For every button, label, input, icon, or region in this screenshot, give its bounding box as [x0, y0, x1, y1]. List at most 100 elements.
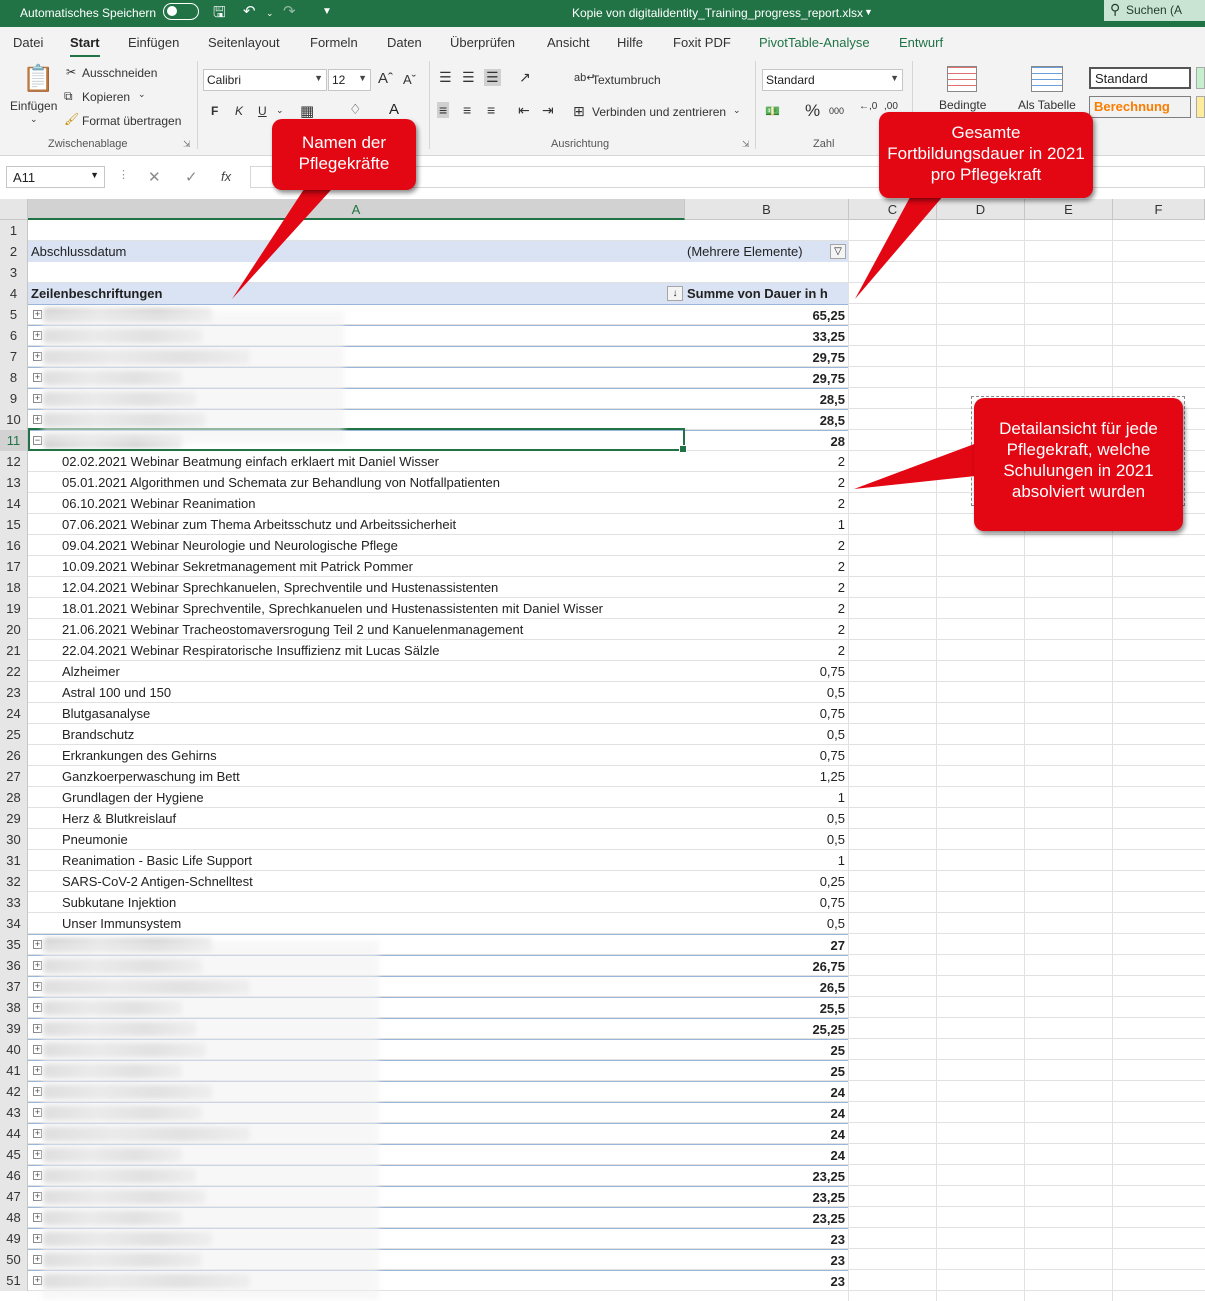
cancel-icon[interactable]: ✕	[148, 168, 161, 186]
cell-b[interactable]: 0,5	[684, 913, 848, 934]
row-header[interactable]: 25	[0, 724, 28, 745]
conditional-format-button[interactable]: Bedingte	[939, 98, 986, 112]
merge-icon[interactable]: ⊞	[573, 103, 585, 120]
row-header[interactable]: 21	[0, 640, 28, 661]
cell-a[interactable]: Grundlagen der Hygiene	[28, 787, 684, 808]
expand-icon[interactable]: +	[33, 1066, 42, 1075]
cell-b[interactable]: 24	[684, 1081, 848, 1102]
row-header[interactable]: 5	[0, 304, 28, 325]
style-good-swatch[interactable]	[1196, 67, 1205, 89]
orientation-icon[interactable]: ↗	[519, 69, 531, 86]
row-header[interactable]: 18	[0, 577, 28, 598]
cut-button[interactable]: Ausschneiden	[82, 66, 157, 80]
underline-dropdown-icon[interactable]: ⌄	[276, 105, 284, 116]
expand-icon[interactable]: +	[33, 1108, 42, 1117]
font-size-combo[interactable]: 12 ▼	[328, 69, 371, 91]
cell-b[interactable]: 28,5	[684, 388, 848, 409]
cell-b[interactable]: 24	[684, 1123, 848, 1144]
tab-pivottable-analyse[interactable]: PivotTable-Analyse	[759, 35, 870, 50]
row-header[interactable]: 35	[0, 934, 28, 955]
expand-icon[interactable]: +	[33, 1045, 42, 1054]
column-header-b[interactable]: B	[685, 199, 849, 220]
cell-a[interactable]: Herz & Blutkreislauf	[28, 808, 684, 829]
number-format-combo[interactable]: Standard ▼	[762, 69, 903, 91]
row-header[interactable]: 43	[0, 1102, 28, 1123]
expand-icon[interactable]: +	[33, 982, 42, 991]
style-standard[interactable]: Standard	[1089, 67, 1191, 89]
row-header[interactable]: 38	[0, 997, 28, 1018]
cell-b[interactable]: 0,5	[684, 808, 848, 829]
row-header[interactable]: 19	[0, 598, 28, 619]
format-painter-icon[interactable]: 🖌	[64, 112, 79, 126]
cell-b[interactable]: 25,25	[684, 1018, 848, 1039]
tab-entwurf[interactable]: Entwurf	[899, 35, 943, 50]
merge-dropdown-icon[interactable]: ⌄	[733, 105, 741, 116]
row-header[interactable]: 11	[0, 430, 28, 451]
cell-a[interactable]: 05.01.2021 Algorithmen und Schemata zur …	[28, 472, 684, 493]
cell-b[interactable]: 26,5	[684, 976, 848, 997]
cell-a[interactable]: 10.09.2021 Webinar Sekretmanagement mit …	[28, 556, 684, 577]
cell-b[interactable]: 0,75	[684, 892, 848, 913]
row-header[interactable]: 46	[0, 1165, 28, 1186]
row-header[interactable]: 16	[0, 535, 28, 556]
cell-b[interactable]: 0,25	[684, 871, 848, 892]
font-grow-icon[interactable]: Aˆ	[378, 70, 393, 87]
cell-b[interactable]: 2	[684, 451, 848, 472]
title-dropdown-icon[interactable]: ▼	[864, 7, 873, 17]
cell-a[interactable]: Pneumonie	[28, 829, 684, 850]
row-header[interactable]: 33	[0, 892, 28, 913]
cell-a[interactable]: Zeilenbeschriftungen	[28, 283, 684, 304]
worksheet-grid[interactable]: A B C D E F 1 2 Abschlussdatum (Mehrere Ele…	[0, 199, 1205, 1301]
tab-ueberpruefen[interactable]: Überprüfen	[450, 35, 515, 50]
cell-b[interactable]: 0,75	[684, 661, 848, 682]
cell-b[interactable]: 2	[684, 619, 848, 640]
row-header[interactable]: 39	[0, 1018, 28, 1039]
cell-b[interactable]	[684, 262, 848, 283]
row-header[interactable]: 7	[0, 346, 28, 367]
cell-b[interactable]: Summe von Dauer in h	[684, 283, 848, 304]
align-bottom-icon[interactable]: ☰	[484, 69, 501, 86]
cell-a[interactable]: 22.04.2021 Webinar Respiratorische Insuf…	[28, 640, 684, 661]
cell-a[interactable]: 02.02.2021 Webinar Beatmung einfach erkl…	[28, 451, 684, 472]
cell-b[interactable]: 23,25	[684, 1207, 848, 1228]
row-header[interactable]: 14	[0, 493, 28, 514]
row-header[interactable]: 24	[0, 703, 28, 724]
expand-icon[interactable]: +	[33, 940, 42, 949]
tab-daten[interactable]: Daten	[387, 35, 422, 50]
paste-dropdown-icon[interactable]: ⌄	[30, 114, 38, 125]
row-header[interactable]: 49	[0, 1228, 28, 1249]
cell-a[interactable]	[28, 220, 684, 241]
align-left-icon[interactable]: ≡	[437, 102, 450, 118]
thousands-icon[interactable]: 000	[829, 106, 844, 116]
row-header[interactable]: 47	[0, 1186, 28, 1207]
expand-icon[interactable]: +	[33, 1150, 42, 1159]
row-header[interactable]: 41	[0, 1060, 28, 1081]
name-box[interactable]: A11 ▼	[6, 166, 105, 188]
tab-hilfe[interactable]: Hilfe	[617, 35, 643, 50]
cell-a[interactable]: Ganzkoerperwaschung im Bett	[28, 766, 684, 787]
cell-b[interactable]: 23,25	[684, 1165, 848, 1186]
align-right-icon[interactable]: ≡	[487, 102, 495, 118]
style-neutral-swatch[interactable]	[1196, 96, 1205, 118]
row-header[interactable]: 6	[0, 325, 28, 346]
expand-icon[interactable]: +	[33, 415, 42, 424]
row-header[interactable]: 50	[0, 1249, 28, 1270]
customize-qat-icon[interactable]: ▼	[322, 6, 332, 17]
cell-b[interactable]: 2	[684, 577, 848, 598]
row-header[interactable]: 48	[0, 1207, 28, 1228]
row-header[interactable]: 22	[0, 661, 28, 682]
row-header[interactable]: 23	[0, 682, 28, 703]
align-top-icon[interactable]: ☰	[439, 69, 452, 86]
row-header[interactable]: 31	[0, 850, 28, 871]
cell-a[interactable]: 12.04.2021 Webinar Sprechkanuelen, Sprec…	[28, 577, 684, 598]
select-all-corner[interactable]	[0, 199, 28, 220]
row-header[interactable]: 4	[0, 283, 28, 304]
cell-b[interactable]: (Mehrere Elemente)	[684, 241, 848, 262]
wrap-text-button[interactable]: Textumbruch	[592, 73, 661, 87]
tab-einfuegen[interactable]: Einfügen	[128, 35, 179, 50]
cell-b[interactable]: 29,75	[684, 367, 848, 388]
sort-filter-icon[interactable]: ↓	[667, 286, 683, 301]
expand-icon[interactable]: +	[33, 1087, 42, 1096]
cell-a[interactable]: Subkutane Injektion	[28, 892, 684, 913]
cell-a[interactable]: Unser Immunsystem	[28, 913, 684, 934]
